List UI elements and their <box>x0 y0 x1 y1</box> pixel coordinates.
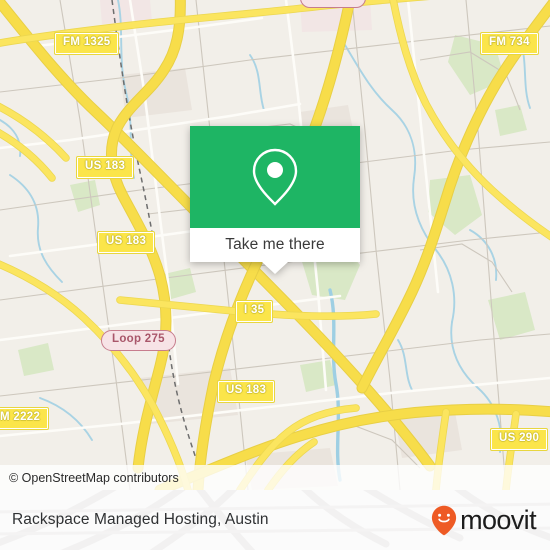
moovit-smiley-pin-icon <box>431 505 457 535</box>
location-title: Rackspace Managed Hosting, Austin <box>12 511 269 528</box>
road-shield-us-183-south: US 183 <box>216 380 276 403</box>
callout-pointer <box>262 262 288 274</box>
moovit-wordmark: moovit <box>460 504 537 535</box>
location-callout-card[interactable]: Take me there <box>190 126 360 274</box>
map-page: .rd-major-c { fill:none; stroke:#f7dd4a;… <box>0 0 550 550</box>
road-shield-top-clipped <box>300 0 366 8</box>
map-canvas[interactable]: .rd-major-c { fill:none; stroke:#f7dd4a;… <box>0 0 550 490</box>
road-shield-fm-734: FM 734 <box>480 32 539 55</box>
location-pin-icon <box>252 148 298 206</box>
page-footer: Rackspace Managed Hosting, Austin moovit <box>0 490 550 550</box>
road-shield-loop-275: Loop 275 <box>101 330 176 351</box>
road-shield-us-290: US 290 <box>489 428 549 451</box>
take-me-there-button[interactable]: Take me there <box>190 228 360 262</box>
moovit-logo[interactable]: moovit <box>431 504 537 536</box>
map-attribution-bar: © OpenStreetMap contributors <box>0 465 550 490</box>
openstreetmap-attribution[interactable]: © OpenStreetMap contributors <box>0 471 179 485</box>
callout-pin-panel <box>190 126 360 228</box>
road-shield-fm-2222: M 2222 <box>0 407 50 430</box>
road-shield-fm-1325: FM 1325 <box>53 32 120 55</box>
road-shield-us-183-mid: US 183 <box>96 231 156 254</box>
road-shield-us-183-north: US 183 <box>75 156 135 179</box>
road-shield-i-35: I 35 <box>234 300 274 323</box>
take-me-there-label: Take me there <box>225 236 325 253</box>
